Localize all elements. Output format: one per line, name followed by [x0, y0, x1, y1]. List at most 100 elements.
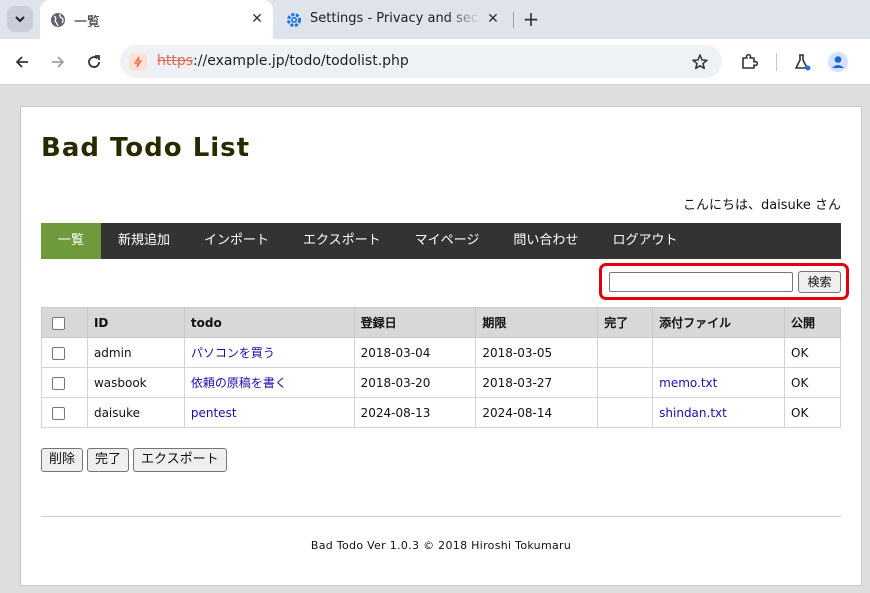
cell-due: 2018-03-05 [475, 337, 599, 368]
cell-registered: 2018-03-20 [353, 367, 477, 398]
table-row: wasbook 依頼の原稿を書く 2018-03-20 2018-03-27 m… [41, 367, 841, 398]
export-button[interactable]: エクスポート [133, 448, 227, 472]
cell-attachment [652, 337, 786, 368]
page-viewport: Bad Todo List こんにちは、daisuke さん 一覧 新規追加 イ… [0, 86, 870, 593]
extensions-button[interactable] [737, 50, 761, 74]
column-header-attachment: 添付ファイル [652, 307, 786, 338]
tab-search-button[interactable] [7, 6, 33, 32]
cell-public: OK [784, 397, 841, 428]
bulk-actions: 削除 完了 エクスポート [41, 448, 227, 472]
row-select-cell [41, 367, 88, 398]
footer-divider [41, 516, 841, 517]
chevron-down-icon [15, 16, 25, 23]
arrow-left-icon [15, 56, 28, 68]
close-icon[interactable]: ✕ [249, 11, 265, 27]
nav-item-contact[interactable]: 問い合わせ [496, 223, 595, 259]
nav-item-export[interactable]: エクスポート [286, 223, 398, 259]
table-row: daisuke pentest 2024-08-13 2024-08-14 sh… [41, 397, 841, 428]
footer-text: Bad Todo Ver 1.0.3 © 2018 Hiroshi Tokuma… [310, 539, 572, 552]
row-select-cell [41, 397, 88, 428]
cell-id: wasbook [86, 367, 185, 398]
column-header-due: 期限 [475, 307, 599, 338]
page-container: Bad Todo List こんにちは、daisuke さん 一覧 新規追加 イ… [20, 106, 862, 586]
cell-due: 2024-08-14 [475, 397, 599, 428]
cell-public: OK [784, 367, 841, 398]
search-button[interactable]: 検索 [798, 271, 841, 293]
cell-public: OK [784, 337, 841, 368]
user-greeting: こんにちは、daisuke さん [682, 198, 841, 213]
close-icon[interactable]: ✕ [485, 11, 501, 27]
puzzle-icon [742, 53, 758, 69]
url-scheme: https [157, 53, 194, 69]
flask-icon [795, 54, 811, 71]
search-input[interactable] [609, 272, 793, 292]
row-checkbox[interactable] [52, 406, 65, 420]
nav-item-new[interactable]: 新規追加 [101, 223, 187, 259]
labs-button[interactable] [790, 50, 814, 74]
cell-done [597, 367, 654, 398]
tab-strip: 一覧 ✕ Settings - Privacy and security ✕ + [0, 0, 870, 39]
cell-attachment: memo.txt [652, 367, 786, 398]
tab-settings[interactable]: Settings - Privacy and security ✕ [276, 0, 509, 39]
column-header-done: 完了 [597, 307, 654, 338]
reload-button[interactable] [82, 50, 106, 74]
todo-link[interactable]: pentest [191, 406, 237, 420]
cell-id: admin [86, 337, 185, 368]
attachment-link[interactable]: memo.txt [659, 376, 717, 390]
gear-icon [286, 12, 302, 28]
nav-item-import[interactable]: インポート [187, 223, 286, 259]
column-header-todo: todo [183, 307, 355, 338]
avatar-icon [828, 52, 848, 72]
column-header-id: ID [86, 307, 185, 338]
tab-divider [513, 12, 514, 28]
arrow-right-icon [52, 56, 65, 68]
tab-todo-list[interactable]: 一覧 ✕ [40, 0, 273, 39]
select-all-checkbox[interactable] [52, 316, 65, 330]
toolbar-divider [776, 53, 777, 71]
select-all-cell [41, 307, 88, 338]
cell-done [597, 397, 654, 428]
cell-done [597, 337, 654, 368]
cell-due: 2018-03-27 [475, 367, 599, 398]
profile-button[interactable] [826, 50, 850, 74]
main-nav: 一覧 新規追加 インポート エクスポート マイページ 問い合わせ ログアウト [41, 223, 841, 259]
cell-todo: パソコンを買う [183, 337, 355, 368]
url-path: ://example.jp/todo/todolist.php [193, 53, 409, 69]
globe-icon [50, 12, 66, 28]
cell-id: daisuke [86, 397, 185, 428]
cell-todo: 依頼の原稿を書く [183, 367, 355, 398]
cell-todo: pentest [183, 397, 355, 428]
url-text: https://example.jp/todo/todolist.php [157, 53, 409, 69]
todo-table: ID todo 登録日 期限 完了 添付ファイル 公開 admin パソコンを買… [41, 307, 841, 428]
attachment-link[interactable]: shindan.txt [659, 406, 727, 420]
bookmark-star-icon[interactable] [690, 52, 710, 72]
cell-attachment: shindan.txt [652, 397, 786, 428]
row-select-cell [41, 337, 88, 368]
table-row: admin パソコンを買う 2018-03-04 2018-03-05 OK [41, 337, 841, 368]
delete-button[interactable]: 削除 [41, 448, 84, 472]
back-button[interactable] [10, 50, 34, 74]
tab-title: Settings - Privacy and security [310, 11, 480, 26]
search-highlight: 検索 [599, 263, 849, 300]
cell-registered: 2018-03-04 [353, 337, 477, 368]
page-title: Bad Todo List [41, 133, 251, 163]
todo-link[interactable]: パソコンを買う [191, 346, 275, 360]
nav-item-list[interactable]: 一覧 [41, 223, 102, 259]
row-checkbox[interactable] [52, 346, 65, 360]
new-tab-button[interactable]: + [520, 8, 542, 30]
todo-link[interactable]: 依頼の原稿を書く [191, 376, 287, 390]
browser-toolbar: https://example.jp/todo/todolist.php [0, 39, 870, 85]
table-header-row: ID todo 登録日 期限 完了 添付ファイル 公開 [41, 307, 841, 338]
forward-button[interactable] [46, 50, 70, 74]
reload-icon [88, 55, 100, 68]
nav-item-logout[interactable]: ログアウト [595, 223, 694, 259]
nav-item-mypage[interactable]: マイページ [398, 223, 497, 259]
row-checkbox[interactable] [52, 376, 65, 390]
address-bar[interactable]: https://example.jp/todo/todolist.php [120, 45, 722, 78]
tab-title: 一覧 [74, 15, 101, 30]
column-header-registered: 登録日 [353, 307, 477, 338]
cell-registered: 2024-08-13 [353, 397, 477, 428]
not-secure-icon[interactable] [129, 53, 147, 71]
complete-button[interactable]: 完了 [87, 448, 130, 472]
column-header-public: 公開 [784, 307, 841, 338]
